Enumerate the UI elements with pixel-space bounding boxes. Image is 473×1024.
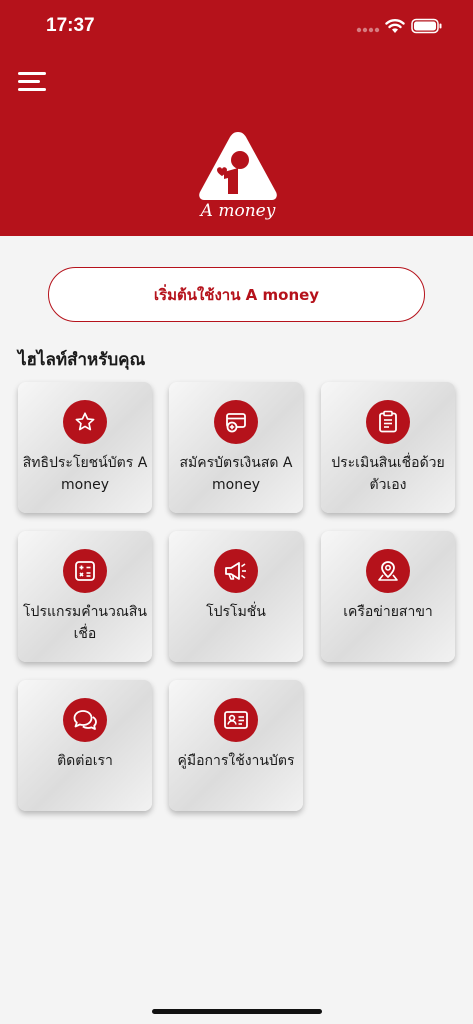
tile-contact-us[interactable]: ติดต่อเรา [18,680,152,811]
tile-label: ติดต่อเรา [57,753,113,769]
tile-loan-calculator[interactable]: โปรแกรมคำนวณสินเชื่อ [18,531,152,662]
tile-label: สมัครบัตรเงินสด A money [179,455,293,493]
tile-branch-network[interactable]: เครือข่ายสาขา [321,531,455,662]
tile-card-manual[interactable]: คู่มือการใช้งานบัตร [169,680,303,811]
tile-card-benefits[interactable]: สิทธิประโยชน์บัตร A money [18,382,152,513]
wifi-icon [385,19,405,33]
logo-wordmark: A money [199,201,276,220]
clipboard-icon [366,400,410,444]
cellular-signal-icon [356,27,380,33]
status-bar: 17:37 [0,0,473,54]
tile-promotions[interactable]: โปรโมชั่น [169,531,303,662]
tile-self-assessment[interactable]: ประเมินสินเชื่อด้วยตัวเอง [321,382,455,513]
megaphone-icon [214,549,258,593]
highlights-title: ไฮไลท์สำหรับคุณ [18,350,146,370]
tile-label: ประเมินสินเชื่อด้วยตัวเอง [331,455,445,493]
battery-icon [411,18,442,34]
status-time: 17:37 [46,15,95,36]
tile-apply-cash-card[interactable]: สมัครบัตรเงินสด A money [169,382,303,513]
tile-label: คู่มือการใช้งานบัตร [177,753,295,769]
tile-label: สิทธิประโยชน์บัตร A money [22,455,148,493]
start-using-label: เริ่มต้นใช้งาน A money [153,285,320,304]
id-card-icon [214,698,258,742]
tile-label: เครือข่ายสาขา [343,604,433,620]
start-using-button[interactable]: เริ่มต้นใช้งาน A money [48,267,425,322]
star-icon [63,400,107,444]
location-map-icon [366,549,410,593]
home-indicator[interactable] [152,1009,322,1014]
hamburger-menu-icon[interactable] [18,70,46,94]
tile-label: โปรแกรมคำนวณสินเชื่อ [23,604,147,642]
tile-label: โปรโมชั่น [206,604,266,620]
header-banner: 17:37 A money [0,0,473,236]
calculator-icon [63,549,107,593]
chat-bubbles-icon [63,698,107,742]
card-add-icon [214,400,258,444]
a-money-logo: A money [199,132,277,220]
